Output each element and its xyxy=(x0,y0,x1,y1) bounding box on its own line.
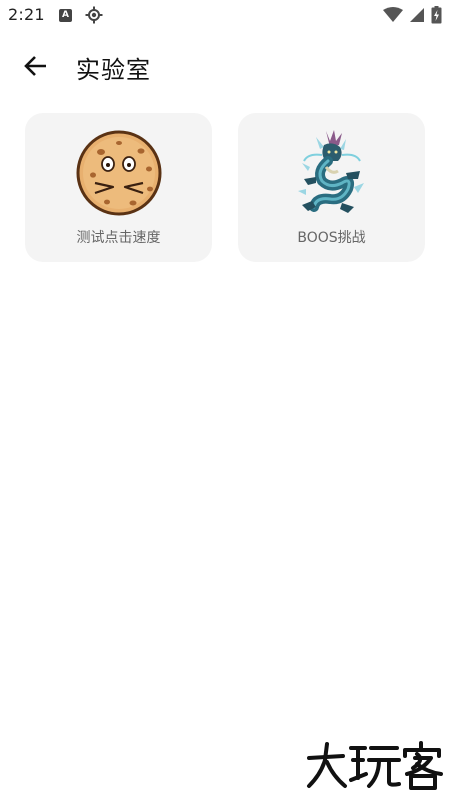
card-click-speed-test[interactable]: 测试点击速度 xyxy=(25,113,212,262)
cookie-face-icon xyxy=(76,130,161,216)
card-label: BOOS挑战 xyxy=(297,230,366,246)
back-button[interactable] xyxy=(20,52,50,80)
dragon-icon xyxy=(297,130,364,213)
card-boss-challenge[interactable]: BOOS挑战 xyxy=(238,113,425,262)
header: 实验室 xyxy=(0,40,450,92)
watermark-logo xyxy=(307,741,443,790)
status-right-icons xyxy=(383,5,442,25)
battery-charging-icon xyxy=(431,6,442,24)
signal-icon xyxy=(410,8,424,22)
status-bar: 2:21 A xyxy=(0,0,450,30)
location-icon xyxy=(85,6,103,24)
page-title: 实验室 xyxy=(76,56,151,84)
card-label: 测试点击速度 xyxy=(76,230,161,246)
status-time: 2:21 xyxy=(8,5,45,24)
arrow-left-icon xyxy=(24,56,46,76)
app-a-icon: A xyxy=(59,9,72,22)
wifi-icon xyxy=(383,7,403,22)
